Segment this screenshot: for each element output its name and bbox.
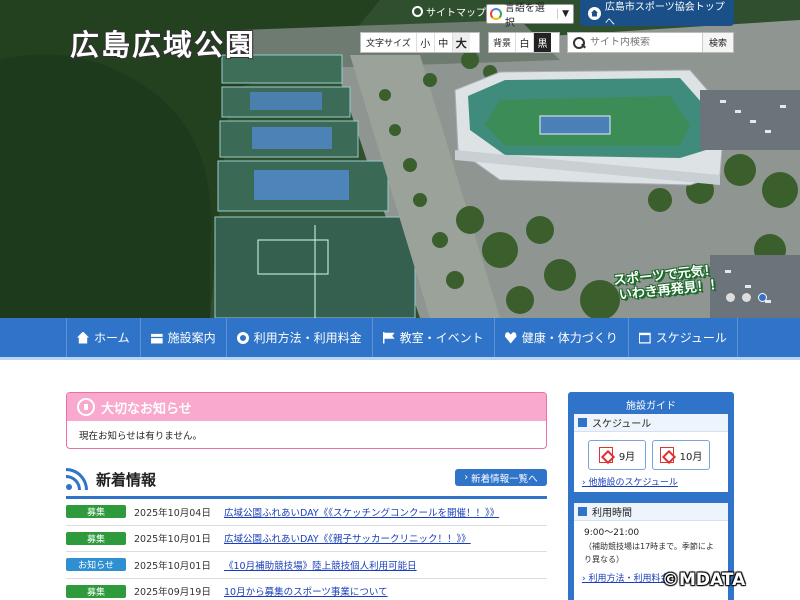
search-input[interactable] (586, 37, 696, 48)
nav-item-label: 施設案内 (167, 331, 216, 345)
news-row: 募集 2025年10月04日 広域公園ふれあいDAY《《スケッチングコンクールを… (66, 499, 547, 526)
news-date: 2025年10月01日 (134, 534, 211, 546)
heart-icon (504, 332, 517, 344)
language-select[interactable]: 言語を選択 ▼ (486, 3, 574, 29)
language-label: 言語を選択 (504, 3, 545, 29)
font-size-large-button[interactable]: 大 (451, 33, 470, 52)
nav-item-label: 利用方法・利用料金 (253, 331, 362, 345)
schedule-pdf-button[interactable]: 10月 (652, 440, 710, 470)
chevron-right-icon: › (464, 472, 469, 483)
bullet-icon (578, 507, 587, 516)
font-size-switcher: 文字サイズ 小 中 大 (360, 32, 480, 53)
chevron-down-icon: ▼ (557, 9, 573, 19)
google-translate-icon (490, 8, 502, 20)
schedule-panel-header: スケジュール (574, 414, 728, 432)
schedule-heading: スケジュール (592, 419, 652, 430)
news-link[interactable]: 広域公園ふれあいDAY《《スケッチングコンクールを開催！！》》 (224, 505, 499, 519)
news-date: 2025年09月19日 (134, 587, 211, 599)
slide-indicators (726, 293, 767, 302)
facility-guide-title: 施設ガイド (626, 400, 676, 412)
news-list-label: 新着情報一覧へ (471, 473, 538, 485)
news-date: 2025年10月04日 (134, 507, 211, 519)
search-icon (572, 36, 586, 50)
news-heading: 新着情報 (66, 468, 156, 490)
global-nav: ホーム 施設案内 利用方法・利用料金 教室・イベント 健康・体力づくり スケジュ… (0, 318, 800, 360)
news-link[interactable]: 広域公園ふれあいDAY《《親子サッカークリニック！！》》 (224, 531, 471, 545)
hours-info: 9:00～21:00 （補助競技場は17時まで。季節により異なる） (574, 521, 728, 566)
category-badge: 募集 (66, 505, 126, 519)
usage-link-label: 利用方法・利用料金 (588, 574, 670, 584)
hours-panel-header: 利用時間 (574, 503, 728, 521)
news-date: 2025年10月01日 (134, 560, 211, 572)
nav-item-events[interactable]: 教室・イベント (371, 318, 494, 357)
background-switcher: 背景 白 黒 (488, 32, 560, 53)
home-icon (77, 331, 89, 344)
site-title[interactable]: 広島広域公園 (70, 22, 256, 64)
category-badge: 募集 (66, 531, 126, 545)
nav-item-label: 健康・体力づくり (521, 331, 618, 345)
schedule-pdf-button[interactable]: 9月 (588, 440, 646, 470)
association-top-link[interactable]: 広島市スポーツ協会トップへ (580, 0, 734, 28)
notice-title: 大切なお知らせ (101, 401, 192, 417)
bullet-icon (578, 418, 587, 427)
nav-item-health[interactable]: 健康・体力づくり (493, 318, 628, 357)
association-link-label: 広島市スポーツ協会トップへ (604, 2, 725, 28)
background-black-button[interactable]: 黒 (533, 33, 552, 52)
slide-dot[interactable] (726, 293, 735, 302)
news-list-button[interactable]: › 新着情報一覧へ (455, 469, 547, 486)
sitemap-link[interactable]: サイトマップ (412, 4, 486, 19)
gear-icon (236, 331, 249, 344)
font-size-label: 文字サイズ (366, 39, 411, 49)
news-link[interactable]: 10月から募集のスポーツ事業について (224, 584, 388, 598)
notice-body: 現在お知らせは有りません。 (79, 431, 203, 442)
schedule-months: 9月 10月 (574, 432, 728, 470)
other-schedule-link[interactable]: › 他施設のスケジュール (574, 470, 728, 488)
site-search: 検索 (567, 32, 734, 53)
news-link[interactable]: 《10月補助競技場》陸上競技個人利用可能日 (224, 558, 417, 572)
hours-value: 9:00～21:00 (584, 528, 640, 538)
font-size-medium-button[interactable]: 中 (433, 33, 452, 52)
search-button[interactable]: 検索 (701, 33, 733, 52)
other-schedule-label: 他施設のスケジュール (588, 478, 678, 488)
broadcast-icon (77, 398, 95, 416)
nav-item-usage[interactable]: 利用方法・利用料金 (225, 318, 372, 357)
nav-item-facilities[interactable]: 施設案内 (139, 318, 226, 357)
category-badge: お知らせ (66, 558, 126, 572)
nav-item-schedule[interactable]: スケジュール (627, 318, 738, 357)
category-badge: 募集 (66, 584, 126, 598)
nav-item-home[interactable]: ホーム (66, 318, 140, 357)
news-row: 募集 2025年10月01日 広域公園ふれあいDAY《《親子サッカークリニック！… (66, 526, 547, 552)
background-white-button[interactable]: 白 (515, 33, 533, 52)
flag-icon (382, 331, 395, 344)
nav-item-label: ホーム (94, 331, 130, 345)
important-notice: 大切なお知らせ 現在お知らせは有りません。 (66, 392, 547, 449)
hours-note: （補助競技場は17時まで。季節により異なる） (584, 542, 714, 564)
pdf-icon (598, 447, 613, 463)
slide-dot-active[interactable] (758, 293, 767, 302)
building-icon (150, 333, 163, 344)
slide-dot[interactable] (742, 293, 751, 302)
sitemap-icon (412, 6, 423, 17)
copyright-watermark: ©MDATA (662, 570, 746, 590)
news-row: お知らせ 2025年10月01日 《10月補助競技場》陸上競技個人利用可能日 (66, 552, 547, 579)
nav-item-label: 教室・イベント (399, 331, 484, 345)
news-list: 募集 2025年10月04日 広域公園ふれあいDAY《《スケッチングコンクールを… (66, 499, 547, 600)
background-label: 背景 (493, 39, 512, 49)
hours-heading: 利用時間 (592, 508, 632, 519)
nav-item-label: スケジュール (655, 331, 727, 345)
sitemap-label: サイトマップ (426, 8, 486, 19)
news-title: 新着情報 (96, 470, 157, 489)
schedule-panel: スケジュール 9月 10月 › 他施設のスケジュール (574, 414, 728, 492)
hero-banner: 広島広域公園 サイトマップ 言語を選択 ▼ 広島市スポーツ協会トップへ 文字サイ… (0, 0, 800, 318)
month-label: 9月 (618, 451, 636, 463)
home-icon (588, 6, 601, 20)
news-row: 募集 2025年09月19日 10月から募集のスポーツ事業について (66, 579, 547, 600)
font-size-small-button[interactable]: 小 (415, 33, 434, 52)
rss-icon (66, 468, 88, 490)
calendar-icon (638, 332, 651, 344)
facility-guide: 施設ガイド スケジュール 9月 10月 › 他施設のスケジュール 利用時間 9:… (568, 392, 734, 600)
pdf-icon (659, 447, 674, 463)
month-label: 10月 (679, 451, 703, 463)
notice-header: 大切なお知らせ (67, 393, 546, 421)
